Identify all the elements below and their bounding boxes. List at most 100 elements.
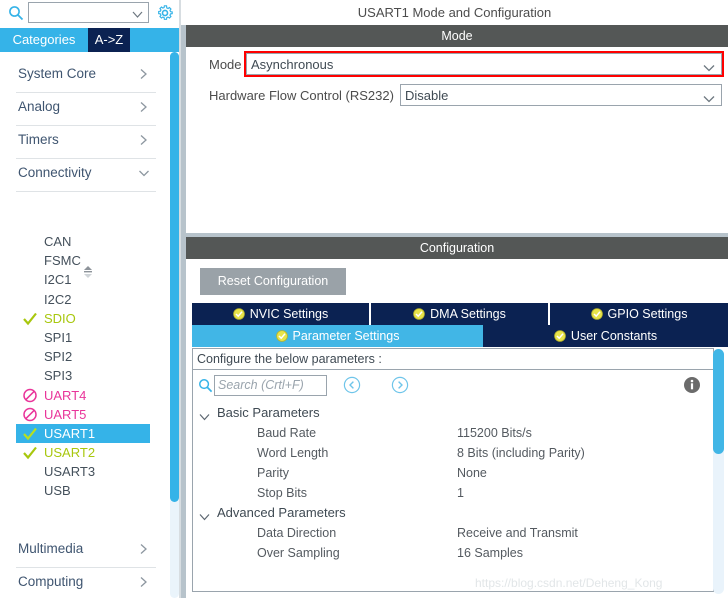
tab-parameter-settings[interactable]: Parameter Settings <box>192 325 483 347</box>
parameter-row[interactable]: Data Direction Receive and Transmit <box>193 523 713 543</box>
parameter-name: Stop Bits <box>257 486 308 500</box>
mode-panel: Mode Mode Asynchronous Hardware Flow Con… <box>186 25 728 233</box>
parameter-settings-box: Configure the below parameters : Search … <box>192 348 714 592</box>
peripheral-label: USART1 <box>44 425 96 441</box>
parameter-row[interactable]: Baud Rate 115200 Bits/s <box>193 423 713 443</box>
chevron-down-icon[interactable] <box>199 408 210 421</box>
sidebar-category-system-core[interactable]: System Core <box>16 60 156 93</box>
parameter-search-placeholder: Search (Crtl+F) <box>218 378 304 392</box>
tab-nvic-settings[interactable]: NVIC Settings <box>192 303 369 325</box>
category-label: Multimedia <box>18 541 84 556</box>
mode-field-label: Mode <box>209 57 242 72</box>
sidebar-search-row <box>0 0 181 28</box>
check-circle-icon <box>413 305 425 320</box>
parameter-value: 115200 Bits/s <box>457 426 532 440</box>
chevron-down-icon[interactable] <box>199 508 210 521</box>
sidebar-scrollbar-thumb[interactable] <box>170 52 179 502</box>
tab-label: Parameter Settings <box>292 329 400 343</box>
peripheral-item-usb[interactable]: USB <box>16 481 166 500</box>
peripheral-label: USART2 <box>44 445 96 461</box>
hw-flow-control-select[interactable]: Disable <box>400 84 722 106</box>
peripheral-item-uart4[interactable]: UART4 <box>16 386 166 405</box>
chevron-down-icon[interactable] <box>703 92 715 103</box>
sidebar-category-connectivity[interactable]: Connectivity <box>16 159 156 192</box>
sidebar-category-timers[interactable]: Timers <box>16 126 156 159</box>
checkmark-icon <box>22 309 40 328</box>
reset-configuration-button[interactable]: Reset Configuration <box>200 268 346 295</box>
search-icon <box>8 5 24 21</box>
peripheral-item-spi3[interactable]: SPI3 <box>16 366 166 385</box>
check-circle-icon <box>275 327 288 342</box>
parameter-row[interactable]: Over Sampling 16 Samples <box>193 543 713 563</box>
tab-dma-settings[interactable]: DMA Settings <box>371 303 548 325</box>
group-label: Advanced Parameters <box>217 505 346 520</box>
chevron-right-circle-icon[interactable] <box>391 376 409 394</box>
checkmark-icon <box>22 443 40 462</box>
parameter-row[interactable]: Word Length 8 Bits (including Parity) <box>193 443 713 463</box>
check-circle-icon <box>554 327 566 342</box>
chevron-right-icon <box>138 543 150 555</box>
check-circle-icon <box>590 305 603 320</box>
tab-categories[interactable]: Categories <box>6 28 82 52</box>
tab-user-constants[interactable]: User Constants <box>483 325 728 347</box>
parameters-instruction: Configure the below parameters : <box>193 349 713 370</box>
sidebar-category-analog[interactable]: Analog <box>16 93 156 126</box>
chevron-down-icon[interactable] <box>132 8 143 18</box>
blocked-icon <box>22 405 40 424</box>
tab-label: DMA Settings <box>430 307 506 321</box>
category-label: Connectivity <box>18 165 92 180</box>
tab-a-to-z[interactable]: A->Z <box>88 28 130 52</box>
peripheral-label: SPI2 <box>44 349 73 365</box>
parameter-row[interactable]: Stop Bits 1 <box>193 483 713 503</box>
sidebar-category-computing[interactable]: Computing <box>16 568 156 598</box>
peripheral-item-usart1[interactable]: USART1 <box>16 423 150 444</box>
sidebar-search-input[interactable] <box>28 2 149 23</box>
sidebar-list: System Core Analog Timers Connectivity C… <box>0 52 181 598</box>
tab-gpio-settings[interactable]: GPIO Settings <box>550 303 728 325</box>
peripheral-label: USB <box>44 483 71 499</box>
chevron-left-circle-icon[interactable] <box>343 376 361 394</box>
sidebar-tabbar: Categories A->Z <box>0 28 181 52</box>
info-icon[interactable] <box>683 376 701 394</box>
parameter-name: Data Direction <box>257 526 337 540</box>
status-none-icon <box>22 481 40 500</box>
status-none-icon <box>22 251 40 270</box>
watermark: https://blog.csdn.net/Deheng_Kong <box>475 576 663 590</box>
status-none-icon <box>22 366 40 385</box>
peripheral-item-usart3[interactable]: USART3 <box>16 462 166 481</box>
tab-label: GPIO Settings <box>607 307 688 321</box>
settings-tab-row-1: NVIC Settings DMA Settings GPIO Settings <box>192 303 728 325</box>
status-none-icon <box>22 347 40 366</box>
peripheral-item-spi1[interactable]: SPI1 <box>16 328 166 347</box>
peripheral-item-spi2[interactable]: SPI2 <box>16 347 166 366</box>
sidebar-category-multimedia[interactable]: Multimedia <box>16 535 156 568</box>
gear-icon[interactable] <box>156 4 174 22</box>
peripheral-item-can[interactable]: CAN <box>16 232 166 251</box>
parameter-name: Baud Rate <box>257 426 317 440</box>
parameter-row[interactable]: Parity None <box>193 463 713 483</box>
peripheral-label: SPI1 <box>44 329 73 345</box>
chevron-right-icon <box>138 576 150 588</box>
cubemx-window: Categories A->Z System Core Analog Timer… <box>0 0 728 598</box>
parameter-value: 1 <box>457 486 464 500</box>
parameter-scrollbar-thumb[interactable] <box>713 349 724 454</box>
peripheral-item-uart5[interactable]: UART5 <box>16 405 166 424</box>
peripheral-label: FSMC <box>44 253 81 269</box>
peripheral-item-sdio[interactable]: SDIO <box>16 309 166 328</box>
mode-select-highlight <box>244 51 724 77</box>
parameter-group-advanced[interactable]: Advanced Parameters <box>193 503 713 523</box>
settings-tab-row-2: Parameter Settings User Constants <box>192 325 728 347</box>
peripheral-item-fsmc[interactable]: FSMC <box>16 251 166 270</box>
chevron-down-icon <box>138 167 150 179</box>
chevron-right-icon <box>138 134 150 146</box>
peripheral-label: SDIO <box>44 310 76 326</box>
peripheral-label: I2C2 <box>44 291 72 307</box>
peripheral-item-i2c2[interactable]: I2C2 <box>16 290 166 309</box>
peripheral-item-i2c1[interactable]: I2C1 <box>16 270 166 289</box>
parameter-group-basic[interactable]: Basic Parameters <box>193 403 713 423</box>
peripheral-item-usart2[interactable]: USART2 <box>16 443 166 462</box>
parameter-search-input[interactable]: Search (Crtl+F) <box>214 375 327 396</box>
parameter-value: Receive and Transmit <box>457 526 578 540</box>
page-title: USART1 Mode and Configuration <box>181 0 728 25</box>
peripheral-label: I2C1 <box>44 272 72 288</box>
